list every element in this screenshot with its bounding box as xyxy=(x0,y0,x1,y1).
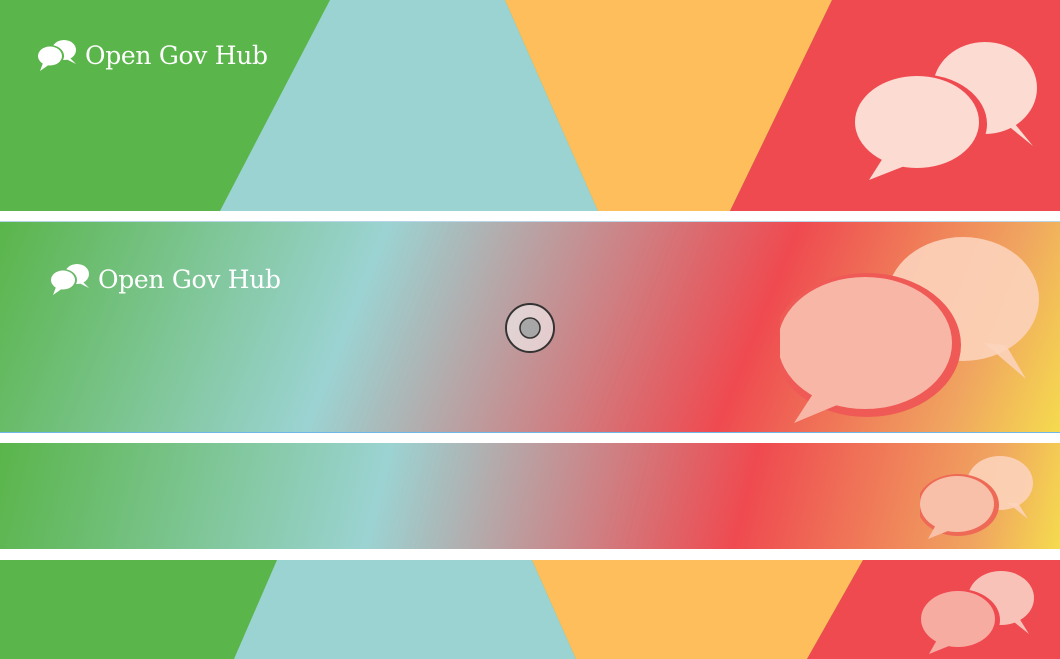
speech-bubbles-icon xyxy=(780,237,1039,423)
brand-logo[interactable]: Open Gov Hub xyxy=(35,38,268,72)
speech-bubbles-icon xyxy=(921,571,1034,654)
brand-logo[interactable]: Open Gov Hub xyxy=(48,262,281,296)
banner-gradient-large: Open Gov Hub xyxy=(0,221,1060,433)
speech-bubbles-icon xyxy=(853,42,1037,180)
banner-flat-large: Open Gov Hub xyxy=(0,0,1060,211)
drag-cursor-icon xyxy=(505,303,555,353)
banner-flat-thin xyxy=(0,560,1060,659)
brand-name: Open Gov Hub xyxy=(85,40,268,70)
banner-gradient-thin xyxy=(0,443,1060,549)
speech-bubbles-icon xyxy=(920,456,1033,539)
speech-bubbles-icon xyxy=(49,264,89,295)
stripe-background xyxy=(0,560,1060,659)
speech-bubbles-icon xyxy=(36,40,76,71)
brand-name: Open Gov Hub xyxy=(98,264,281,294)
